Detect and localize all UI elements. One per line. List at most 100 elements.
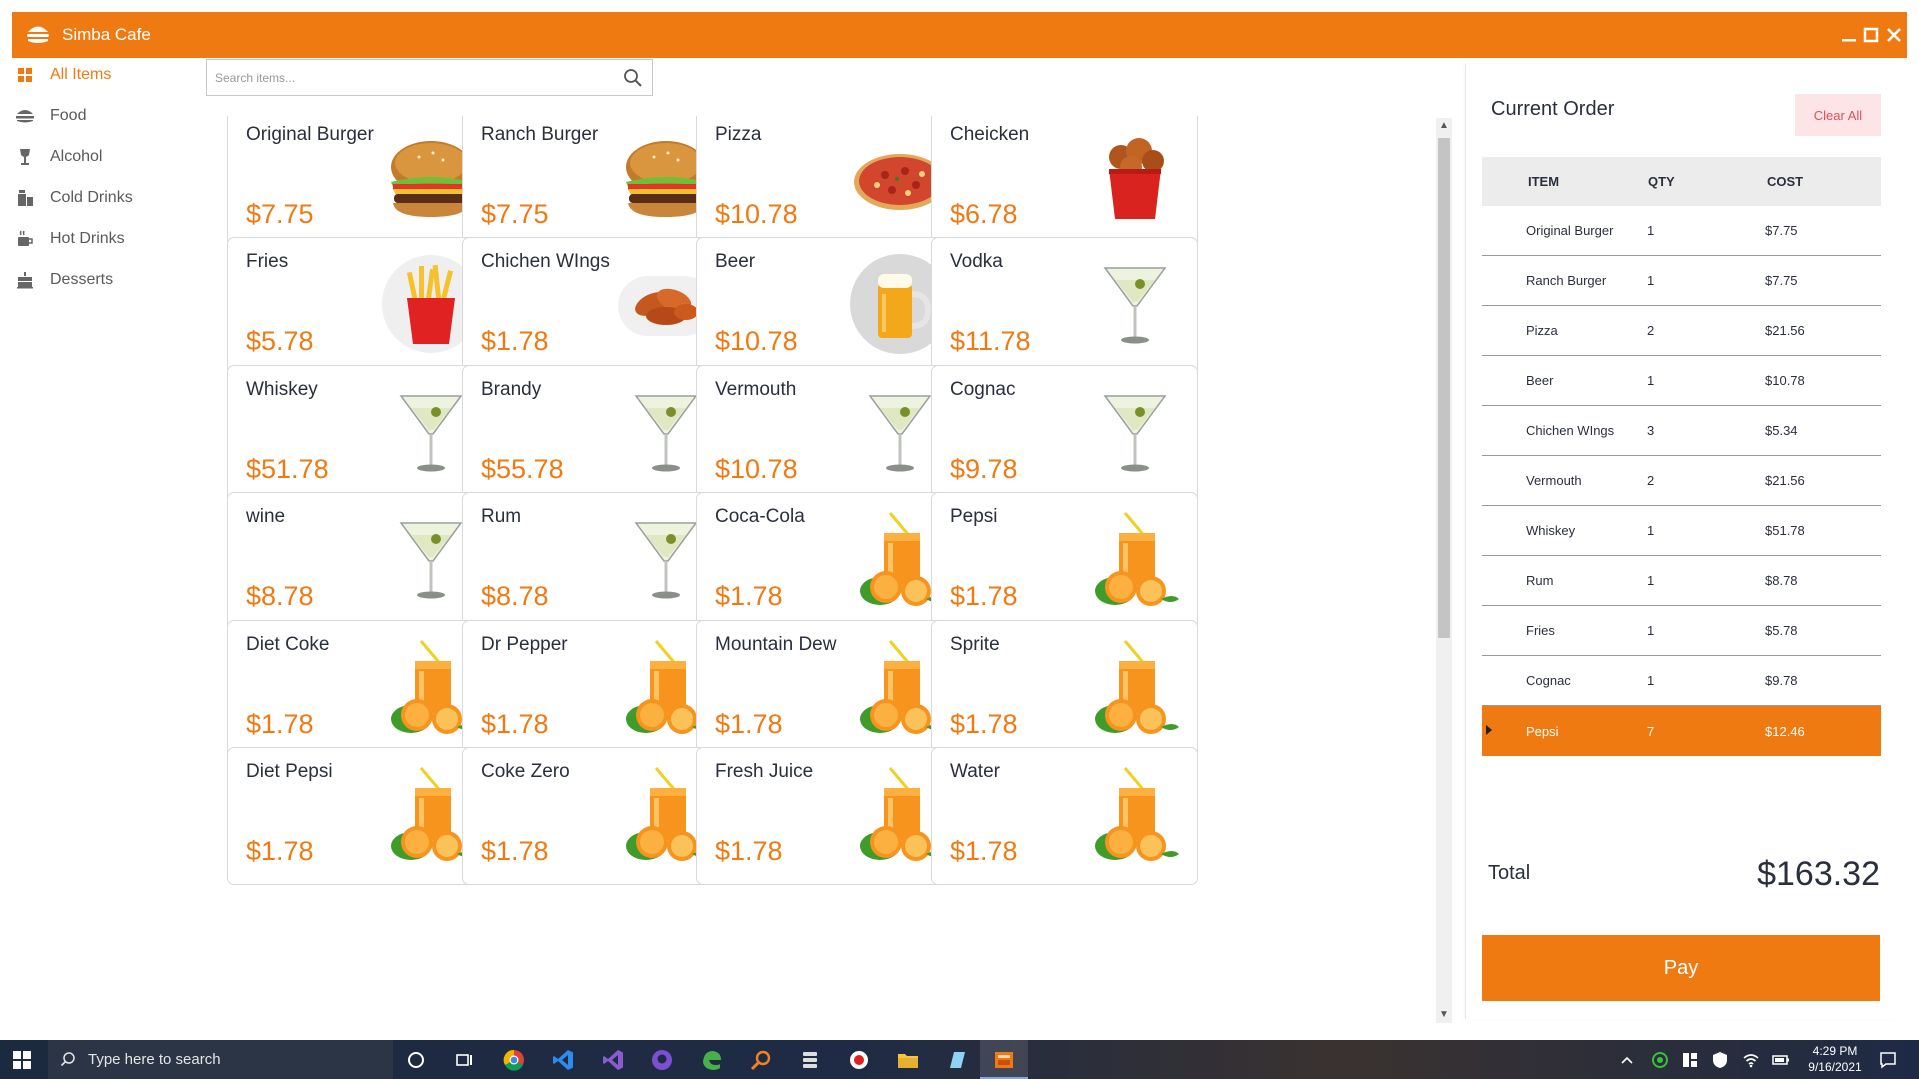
product-name: Mountain Dew bbox=[715, 634, 837, 655]
order-item-qty: 1 bbox=[1647, 273, 1655, 288]
security-shield-icon[interactable] bbox=[1710, 1050, 1730, 1070]
column-header-qty[interactable]: QTY bbox=[1648, 174, 1675, 189]
sidebar-item-all-items[interactable]: All Items bbox=[14, 60, 184, 90]
product-card[interactable]: Vermouth $10.78 bbox=[696, 365, 963, 503]
product-card[interactable]: Brandy $55.78 bbox=[462, 365, 729, 503]
order-row[interactable]: Vermouth 2 $21.56 bbox=[1482, 456, 1881, 506]
sidebar-item-alcohol[interactable]: Alcohol bbox=[14, 142, 184, 172]
notes-app-icon[interactable] bbox=[945, 1048, 969, 1072]
task-view-icon[interactable] bbox=[452, 1048, 476, 1072]
taskbar-search[interactable]: Type here to search bbox=[48, 1040, 393, 1079]
product-card[interactable]: Ranch Burger $7.75 bbox=[462, 116, 729, 248]
sidebar-item-food[interactable]: Food bbox=[14, 101, 184, 131]
order-row[interactable]: Ranch Burger 1 $7.75 bbox=[1482, 256, 1881, 306]
search-box[interactable] bbox=[206, 59, 653, 96]
product-name: Beer bbox=[715, 251, 756, 272]
windows-start-icon[interactable] bbox=[12, 1050, 32, 1070]
clear-all-button[interactable]: Clear All bbox=[1795, 94, 1881, 136]
coffee-cup-icon bbox=[14, 228, 36, 250]
order-row[interactable]: Beer 1 $10.78 bbox=[1482, 356, 1881, 406]
product-card[interactable]: Fresh Juice $1.78 bbox=[696, 747, 963, 885]
product-card[interactable]: Mountain Dew $1.78 bbox=[696, 620, 963, 758]
sidebar-item-label: Food bbox=[50, 107, 87, 124]
search-input[interactable] bbox=[215, 68, 595, 88]
product-card[interactable]: Rum $8.78 bbox=[462, 492, 729, 630]
order-row[interactable]: Cognac 1 $9.78 bbox=[1482, 656, 1881, 706]
product-card[interactable]: Diet Coke $1.78 bbox=[227, 620, 494, 758]
order-item-cost: $9.78 bbox=[1765, 673, 1798, 688]
product-card[interactable]: Cheicken $6.78 bbox=[931, 116, 1198, 248]
product-price: $1.78 bbox=[950, 709, 1018, 739]
order-item-cost: $10.78 bbox=[1765, 373, 1805, 388]
cortana-icon[interactable] bbox=[404, 1048, 428, 1072]
vscode-icon[interactable] bbox=[551, 1048, 575, 1072]
edge-icon[interactable] bbox=[700, 1048, 724, 1072]
wifi-icon[interactable] bbox=[1741, 1050, 1761, 1070]
order-row[interactable]: Chichen WIngs 3 $5.34 bbox=[1482, 406, 1881, 456]
sidebar-item-cold-drinks[interactable]: Cold Drinks bbox=[14, 183, 184, 213]
order-item-qty: 2 bbox=[1647, 323, 1655, 338]
order-row[interactable]: Whiskey 1 $51.78 bbox=[1482, 506, 1881, 556]
github-icon[interactable] bbox=[650, 1048, 674, 1072]
product-card[interactable]: Coca-Cola $1.78 bbox=[696, 492, 963, 630]
product-card[interactable]: Chichen WIngs $1.78 bbox=[462, 237, 729, 375]
product-card[interactable]: Whiskey $51.78 bbox=[227, 365, 494, 503]
product-name: Diet Pepsi bbox=[246, 761, 333, 782]
product-price: $1.78 bbox=[950, 836, 1018, 866]
apps-tray-icon[interactable] bbox=[1680, 1050, 1700, 1070]
product-price: $1.78 bbox=[246, 836, 314, 866]
product-name: Coca-Cola bbox=[715, 506, 805, 527]
order-item-qty: 1 bbox=[1647, 673, 1655, 688]
scroll-thumb[interactable] bbox=[1438, 138, 1450, 638]
product-name: Sprite bbox=[950, 634, 1000, 655]
product-card[interactable]: Beer $10.78 bbox=[696, 237, 963, 375]
product-card[interactable]: Original Burger $7.75 bbox=[227, 116, 494, 248]
order-item-qty: 7 bbox=[1647, 723, 1655, 739]
product-card[interactable]: Pizza $10.78 bbox=[696, 116, 963, 248]
order-row[interactable]: Fries 1 $5.78 bbox=[1482, 606, 1881, 656]
product-card[interactable]: Vodka $11.78 bbox=[931, 237, 1198, 375]
product-card[interactable]: Diet Pepsi $1.78 bbox=[227, 747, 494, 885]
product-card[interactable]: Dr Pepper $1.78 bbox=[462, 620, 729, 758]
chevron-up-icon[interactable] bbox=[1617, 1050, 1637, 1070]
green-status-icon[interactable] bbox=[1650, 1050, 1670, 1070]
battery-icon[interactable] bbox=[1771, 1050, 1791, 1070]
database-icon[interactable] bbox=[798, 1048, 822, 1072]
product-card[interactable]: Pepsi $1.78 bbox=[931, 492, 1198, 630]
visual-studio-icon[interactable] bbox=[601, 1048, 625, 1072]
notification-icon[interactable] bbox=[1878, 1050, 1898, 1070]
sidebar-item-hot-drinks[interactable]: Hot Drinks bbox=[14, 224, 184, 254]
product-card[interactable]: Coke Zero $1.78 bbox=[462, 747, 729, 885]
product-scrollbar[interactable]: ▲ ▼ bbox=[1436, 118, 1452, 1023]
file-explorer-icon[interactable] bbox=[896, 1048, 920, 1072]
taskbar-clock[interactable]: 4:29 PM 9/16/2021 bbox=[1795, 1043, 1875, 1075]
product-card[interactable]: Water $1.78 bbox=[931, 747, 1198, 885]
title-bar[interactable]: Simba Cafe bbox=[12, 12, 1907, 58]
product-card[interactable]: wine $8.78 bbox=[227, 492, 494, 630]
column-header-cost[interactable]: COST bbox=[1767, 174, 1803, 189]
close-icon[interactable] bbox=[1880, 21, 1908, 49]
scroll-up-icon[interactable]: ▲ bbox=[1436, 118, 1452, 134]
order-item-name: Rum bbox=[1526, 573, 1554, 588]
chrome-icon[interactable] bbox=[502, 1048, 526, 1072]
magnifier-app-icon[interactable] bbox=[749, 1048, 773, 1072]
column-header-item[interactable]: ITEM bbox=[1528, 174, 1559, 189]
product-card[interactable]: Cognac $9.78 bbox=[931, 365, 1198, 503]
pay-button[interactable]: Pay bbox=[1482, 935, 1880, 1001]
product-card[interactable]: Fries $5.78 bbox=[227, 237, 494, 375]
product-name: wine bbox=[246, 506, 286, 527]
order-item-name: Original Burger bbox=[1526, 223, 1614, 238]
product-name: Rum bbox=[481, 506, 522, 527]
order-row[interactable]: Pepsi 7 $12.46 bbox=[1482, 706, 1881, 756]
order-row[interactable]: Pizza 2 $21.56 bbox=[1482, 306, 1881, 356]
search-icon[interactable] bbox=[622, 67, 644, 89]
scroll-down-icon[interactable]: ▼ bbox=[1436, 1007, 1452, 1023]
order-row[interactable]: Rum 1 $8.78 bbox=[1482, 556, 1881, 606]
record-icon[interactable] bbox=[847, 1048, 871, 1072]
order-table: ITEM QTY COST Original Burger 1 $7.75 Ranch… bbox=[1482, 157, 1881, 756]
order-row[interactable]: Original Burger 1 $7.75 bbox=[1482, 206, 1881, 256]
active-app-highlight[interactable] bbox=[980, 1040, 1028, 1079]
sidebar-item-desserts[interactable]: Desserts bbox=[14, 265, 184, 295]
product-card[interactable]: Sprite $1.78 bbox=[931, 620, 1198, 758]
product-price: $7.75 bbox=[481, 199, 549, 229]
